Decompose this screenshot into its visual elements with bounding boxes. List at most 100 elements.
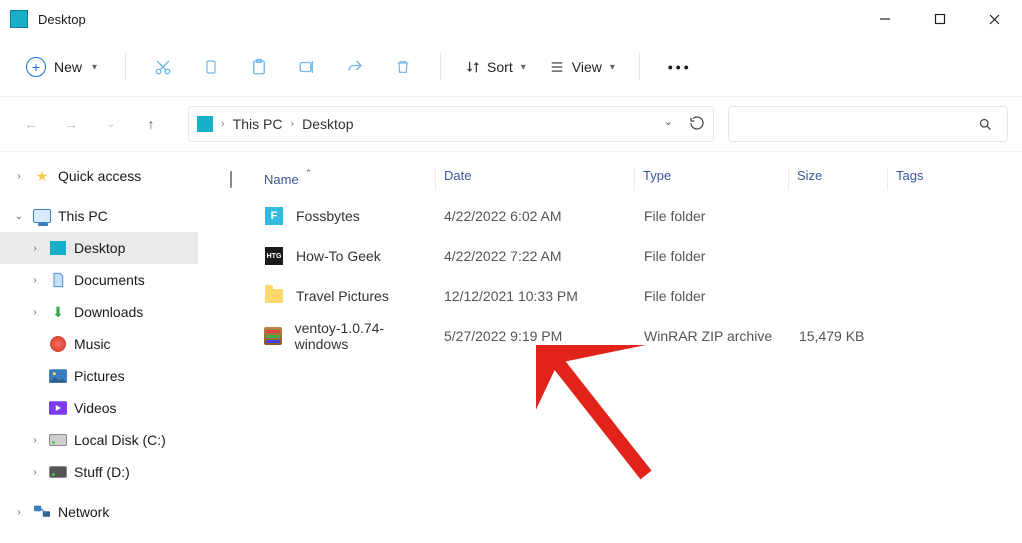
nav-network[interactable]: › Network [0, 496, 198, 528]
navigation-pane: › ★ Quick access ⌄ This PC › Desktop › D… [0, 152, 198, 543]
nav-label: Quick access [58, 168, 141, 184]
column-tags[interactable]: Tags [887, 168, 987, 190]
chevron-right-icon: › [221, 118, 225, 130]
folder-icon [264, 286, 284, 306]
new-label: New [54, 59, 82, 75]
chevron-right-icon: › [28, 243, 42, 254]
chevron-right-icon: › [12, 507, 26, 518]
nav-stuff-disk[interactable]: › Stuff (D:) [0, 456, 198, 488]
recent-dropdown[interactable]: ⌄ [98, 111, 124, 137]
file-name: ventoy-1.0.74-windows [295, 320, 428, 352]
window-icon [10, 10, 28, 28]
view-button[interactable]: View ▾ [542, 55, 621, 79]
file-date: 5/27/2022 9:19 PM [436, 328, 636, 344]
file-name: Fossbytes [296, 208, 360, 224]
documents-icon [48, 270, 68, 290]
divider [639, 53, 640, 81]
rename-button[interactable] [288, 49, 326, 85]
delete-button[interactable] [384, 49, 422, 85]
view-label: View [572, 59, 602, 75]
nav-label: Desktop [74, 240, 125, 256]
chevron-right-icon: › [28, 307, 42, 318]
file-date: 12/12/2021 10:33 PM [436, 288, 636, 304]
new-button[interactable]: + New ▾ [16, 51, 107, 83]
divider [125, 53, 126, 81]
nav-videos[interactable]: Videos [0, 392, 198, 424]
chevron-right-icon: › [290, 118, 294, 130]
nav-documents[interactable]: › Documents [0, 264, 198, 296]
music-icon [48, 334, 68, 354]
file-name: Travel Pictures [296, 288, 389, 304]
breadcrumb-this-pc[interactable]: This PC [233, 116, 283, 132]
paste-button[interactable] [240, 49, 278, 85]
desktop-icon [48, 238, 68, 258]
divider [440, 53, 441, 81]
close-button[interactable] [967, 0, 1022, 38]
nav-downloads[interactable]: › ⬇ Downloads [0, 296, 198, 328]
nav-local-disk[interactable]: › Local Disk (C:) [0, 424, 198, 456]
nav-quick-access[interactable]: › ★ Quick access [0, 160, 198, 192]
file-type: File folder [636, 248, 791, 264]
file-type: WinRAR ZIP archive [636, 328, 791, 344]
sort-button[interactable]: Sort ▾ [459, 55, 532, 79]
share-button[interactable] [336, 49, 374, 85]
nav-label: Music [74, 336, 111, 352]
star-icon: ★ [32, 166, 52, 186]
toolbar: + New ▾ Sort ▾ View ▾ ••• [0, 38, 1022, 96]
nav-label: Network [58, 504, 109, 520]
sort-icon [465, 59, 481, 75]
file-name: How-To Geek [296, 248, 381, 264]
nav-music[interactable]: Music [0, 328, 198, 360]
downloads-icon: ⬇ [48, 302, 68, 322]
nav-pictures[interactable]: Pictures [0, 360, 198, 392]
nav-label: Documents [74, 272, 145, 288]
forward-button[interactable]: → [58, 111, 84, 137]
app-icon: F [264, 206, 284, 226]
search-box[interactable] [728, 106, 1008, 142]
location-icon [197, 116, 213, 132]
file-row[interactable]: ventoy-1.0.74-windows 5/27/2022 9:19 PM … [222, 316, 1022, 356]
maximize-button[interactable] [912, 0, 967, 38]
select-all-checkbox[interactable] [222, 172, 256, 187]
column-headers: Name⌃ Date Type Size Tags [222, 162, 1022, 196]
nav-label: Stuff (D:) [74, 464, 130, 480]
file-row[interactable]: F Fossbytes 4/22/2022 6:02 AM File folder [222, 196, 1022, 236]
cut-button[interactable] [144, 49, 182, 85]
chevron-down-icon: ▾ [92, 62, 97, 73]
sort-label: Sort [487, 59, 513, 75]
copy-button[interactable] [192, 49, 230, 85]
videos-icon [48, 398, 68, 418]
disk-icon [48, 462, 68, 482]
pictures-icon [48, 366, 68, 386]
up-button[interactable]: ↑ [138, 111, 164, 137]
app-icon: HTG [264, 246, 284, 266]
search-icon [978, 117, 993, 132]
address-bar[interactable]: › This PC › Desktop ⌄ [188, 106, 714, 142]
breadcrumb-desktop[interactable]: Desktop [302, 116, 353, 132]
address-dropdown[interactable]: ⌄ [664, 115, 673, 134]
column-name[interactable]: Name⌃ [256, 172, 436, 187]
nav-label: Downloads [74, 304, 143, 320]
nav-label: Local Disk (C:) [74, 432, 166, 448]
file-type: File folder [636, 288, 791, 304]
title-bar: Desktop [0, 0, 1022, 38]
file-list: Name⌃ Date Type Size Tags F Fossbytes 4/2… [198, 152, 1022, 543]
file-type: File folder [636, 208, 791, 224]
minimize-button[interactable] [857, 0, 912, 38]
column-type[interactable]: Type [634, 168, 789, 190]
monitor-icon [32, 206, 52, 226]
more-button[interactable]: ••• [658, 59, 702, 75]
nav-label: Videos [74, 400, 117, 416]
nav-this-pc[interactable]: ⌄ This PC [0, 200, 198, 232]
file-date: 4/22/2022 6:02 AM [436, 208, 636, 224]
disk-icon [48, 430, 68, 450]
file-row[interactable]: Travel Pictures 12/12/2021 10:33 PM File… [222, 276, 1022, 316]
column-size[interactable]: Size [788, 168, 888, 190]
column-date[interactable]: Date [435, 168, 635, 190]
back-button[interactable]: ← [18, 111, 44, 137]
nav-desktop[interactable]: › Desktop [0, 232, 198, 264]
file-row[interactable]: HTGHow-To Geek 4/22/2022 7:22 AM File fo… [222, 236, 1022, 276]
refresh-button[interactable] [689, 115, 705, 134]
archive-icon [264, 326, 283, 346]
chevron-right-icon: › [28, 275, 42, 286]
